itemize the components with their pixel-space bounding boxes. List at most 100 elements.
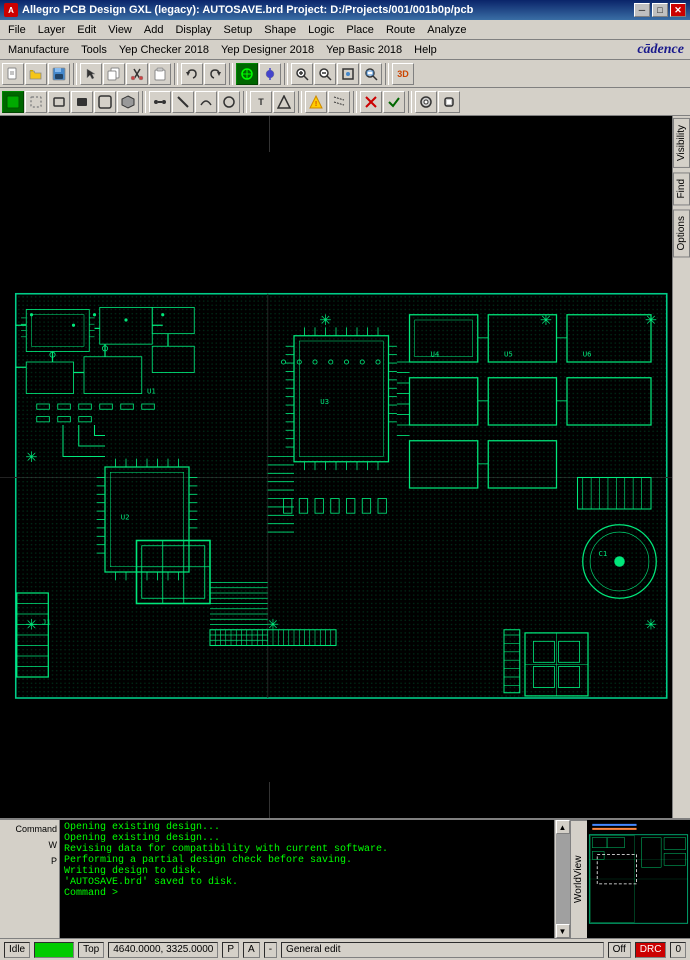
idle-status: Idle [4, 942, 30, 958]
sep-t2-5 [408, 91, 412, 113]
menu-shape[interactable]: Shape [258, 22, 302, 38]
pointer-button[interactable] [80, 63, 102, 85]
menu-view[interactable]: View [102, 22, 138, 38]
menu-display[interactable]: Display [169, 22, 217, 38]
highlight-button[interactable] [2, 91, 24, 113]
scroll-down-button[interactable]: ▼ [556, 924, 570, 938]
worldview-panel: WorldView [570, 820, 690, 938]
worldview-map[interactable] [587, 820, 690, 938]
console-line-6: 'AUTOSAVE.brd' saved to disk. [64, 877, 550, 888]
zoom-out-button[interactable] [314, 63, 336, 85]
separator3 [229, 63, 233, 85]
text-btn[interactable]: T [250, 91, 272, 113]
check-btn[interactable] [383, 91, 405, 113]
ratsnest-btn[interactable] [328, 91, 350, 113]
console-output: Opening existing design... Opening exist… [60, 820, 554, 938]
worldview-label: WorldView [571, 820, 587, 938]
pcb-canvas[interactable]: ✳ ✳ ✳ ✳ ✳ ✳ ✳ [0, 116, 672, 818]
save-button[interactable] [48, 63, 70, 85]
new-button[interactable] [2, 63, 24, 85]
menu-file[interactable]: File [2, 22, 32, 38]
menu-layer[interactable]: Layer [32, 22, 72, 38]
menu-tools[interactable]: Tools [75, 42, 113, 58]
undo-button[interactable] [181, 63, 203, 85]
p-flag-label: P [227, 944, 234, 955]
options-tab[interactable]: Options [673, 209, 690, 257]
w-label: W [49, 838, 58, 852]
find-tab[interactable]: Find [673, 172, 690, 205]
select-btn[interactable] [25, 91, 47, 113]
window-controls[interactable]: ─ □ ✕ [634, 3, 686, 17]
layer-label: Top [83, 944, 99, 955]
p-label: P [51, 854, 57, 868]
route-add-button[interactable] [259, 63, 281, 85]
menu-place[interactable]: Place [340, 22, 380, 38]
console-line-7: Command > [64, 888, 550, 899]
console-area: Command W P Opening existing design... O… [0, 818, 690, 938]
console-line-4: Performing a partial design check before… [64, 855, 550, 866]
status-bar: Idle Top 4640.0000, 3325.0000 P A - Gene… [0, 938, 690, 960]
drc-label: DRC [640, 944, 662, 955]
number-status: 0 [670, 942, 686, 958]
console-labels: Command W P [0, 820, 60, 938]
sep-t2-3 [298, 91, 302, 113]
number-label: 0 [675, 944, 681, 955]
menu-help[interactable]: Help [408, 42, 443, 58]
menu-manufacture[interactable]: Manufacture [2, 42, 75, 58]
3d-button[interactable]: 3D [392, 63, 414, 85]
zoom-area-button[interactable] [360, 63, 382, 85]
visibility-tab[interactable]: Visibility [673, 118, 690, 168]
menu-add[interactable]: Add [138, 22, 170, 38]
menu-bar-primary: File Layer Edit View Add Display Setup S… [0, 20, 690, 40]
open-button[interactable] [25, 63, 47, 85]
arc-btn[interactable] [195, 91, 217, 113]
via-btn[interactable] [415, 91, 437, 113]
circle-btn[interactable] [218, 91, 240, 113]
console-scrollbar[interactable]: ▲ ▼ [554, 820, 570, 938]
zoom-fit-button[interactable] [337, 63, 359, 85]
coords-status: 4640.0000, 3325.0000 [108, 942, 218, 958]
separator4 [284, 63, 288, 85]
pcb-artwork: ✳ ✳ ✳ ✳ ✳ ✳ ✳ [0, 116, 672, 818]
toolbar-secondary: T ! [0, 88, 690, 116]
symbol-btn[interactable] [273, 91, 295, 113]
menu-logic[interactable]: Logic [302, 22, 340, 38]
filled-rect-btn[interactable] [71, 91, 93, 113]
minimize-button[interactable]: ─ [634, 3, 650, 17]
sep-label: - [269, 944, 272, 955]
scroll-track[interactable] [556, 834, 570, 924]
redo-button[interactable] [204, 63, 226, 85]
a-flag-label: A [248, 944, 255, 955]
menu-edit[interactable]: Edit [71, 22, 102, 38]
x-btn[interactable] [360, 91, 382, 113]
menu-setup[interactable]: Setup [218, 22, 259, 38]
console-line-5: Writing design to disk. [64, 866, 550, 877]
menu-yep-checker[interactable]: Yep Checker 2018 [113, 42, 215, 58]
menu-yep-designer[interactable]: Yep Designer 2018 [215, 42, 320, 58]
menu-yep-basic[interactable]: Yep Basic 2018 [320, 42, 408, 58]
app-icon-letter: A [8, 6, 14, 15]
menu-analyze[interactable]: Analyze [421, 22, 472, 38]
menu-bar-secondary: Manufacture Tools Yep Checker 2018 Yep D… [0, 40, 690, 60]
off-label: Off [613, 944, 626, 955]
close-button[interactable]: ✕ [670, 3, 686, 17]
connect-btn[interactable] [149, 91, 171, 113]
pad-btn[interactable] [438, 91, 460, 113]
copy-button[interactable] [103, 63, 125, 85]
cut-button[interactable] [126, 63, 148, 85]
maximize-button[interactable]: □ [652, 3, 668, 17]
rectangle-btn[interactable] [48, 91, 70, 113]
title-text: Allegro PCB Design GXL (legacy): AUTOSAV… [22, 4, 634, 16]
sep-status: - [264, 942, 277, 958]
filled-shape-btn[interactable] [117, 91, 139, 113]
coords-label: 4640.0000, 3325.0000 [113, 944, 213, 955]
snap-button[interactable] [236, 63, 258, 85]
shape-btn[interactable] [94, 91, 116, 113]
zoom-in-button[interactable] [291, 63, 313, 85]
menu-route[interactable]: Route [380, 22, 421, 38]
paste-button[interactable] [149, 63, 171, 85]
scroll-up-button[interactable]: ▲ [556, 820, 570, 834]
command-label: Command [15, 822, 57, 836]
line-btn[interactable] [172, 91, 194, 113]
drc-btn[interactable]: ! [305, 91, 327, 113]
